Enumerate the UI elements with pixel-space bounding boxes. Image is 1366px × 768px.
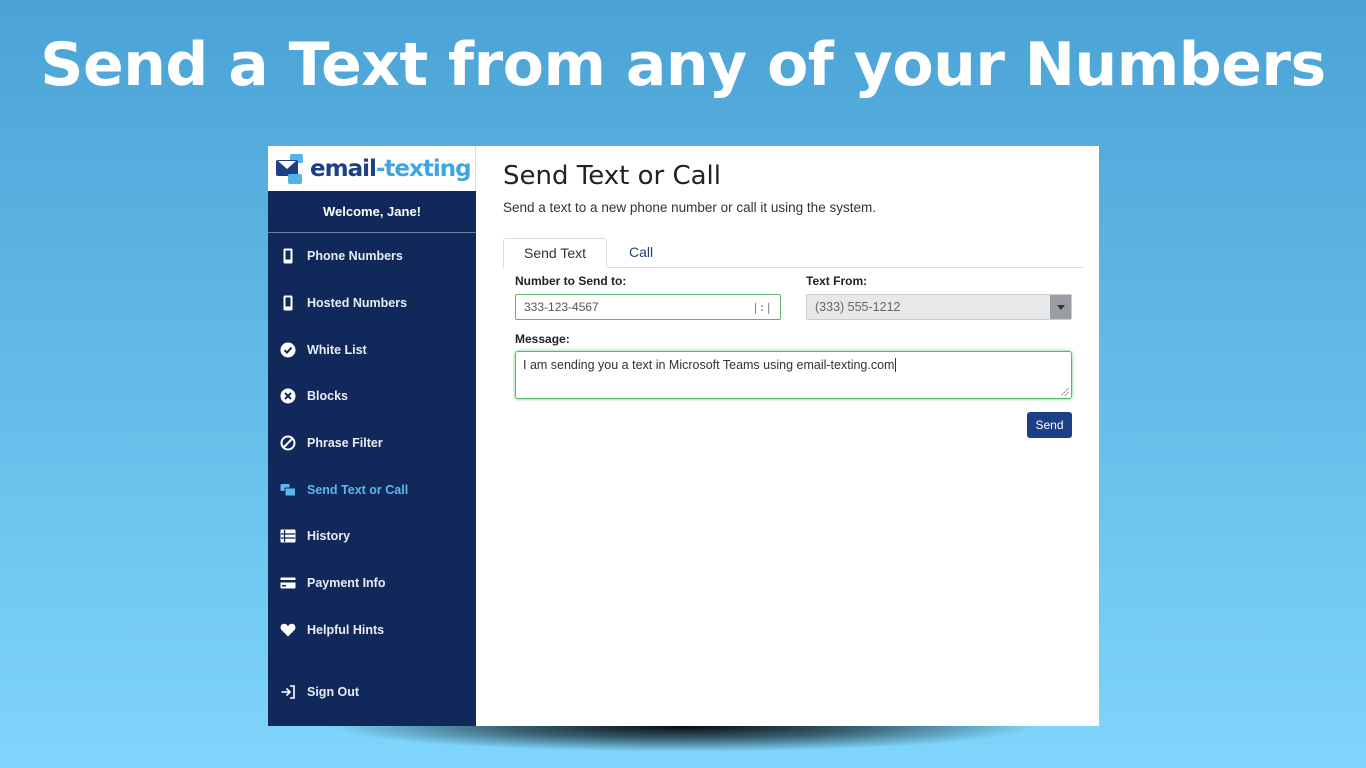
x-circle-icon — [280, 388, 296, 404]
sidebar-item-label: History — [307, 529, 351, 544]
sidebar-item-label: White List — [307, 342, 367, 357]
page-subtitle: Send a text to a new phone number or cal… — [503, 200, 876, 215]
sidebar-item-hosted-numbers[interactable]: Hosted Numbers — [268, 280, 476, 327]
sign-out-button[interactable]: Sign Out — [268, 669, 476, 716]
logo[interactable]: email-texting — [268, 146, 476, 191]
heart-icon — [280, 622, 296, 638]
text-from-select[interactable]: (333) 555-1212 — [806, 294, 1072, 320]
text-from-value: (333) 555-1212 — [815, 300, 901, 314]
message-textarea[interactable]: I am sending you a text in Microsoft Tea… — [515, 351, 1072, 399]
sidebar: email-texting Welcome, Jane! Phone Numbe… — [268, 146, 476, 726]
resize-grip-icon[interactable] — [1061, 388, 1069, 396]
check-circle-icon — [280, 342, 296, 358]
sidebar-item-label: Payment Info — [307, 576, 386, 591]
logo-icon — [276, 153, 306, 184]
sidebar-item-label: Phrase Filter — [307, 436, 383, 451]
main-content: Send Text or Call Send a text to a new p… — [476, 146, 1099, 726]
list-icon — [280, 528, 296, 544]
headline: Send a Text from any of your Numbers — [40, 30, 1326, 100]
sidebar-item-label: Send Text or Call — [307, 482, 409, 497]
ban-icon — [280, 435, 296, 451]
number-to-send-value: 333-123-4567 — [524, 300, 599, 314]
message-value: I am sending you a text in Microsoft Tea… — [523, 358, 895, 372]
send-button[interactable]: Send — [1027, 412, 1072, 438]
sidebar-item-send-text-or-call[interactable]: Send Text or Call — [268, 466, 476, 513]
message-label: Message: — [515, 332, 570, 346]
sidebar-item-history[interactable]: History — [268, 513, 476, 560]
phone-icon — [280, 295, 296, 311]
sign-out-label: Sign Out — [307, 685, 360, 700]
sidebar-item-phone-numbers[interactable]: Phone Numbers — [268, 233, 476, 280]
tab-call[interactable]: Call — [609, 238, 673, 268]
sidebar-item-payment-info[interactable]: Payment Info — [268, 560, 476, 607]
tab-bar: Send Text Call — [503, 238, 1084, 268]
sidebar-item-white-list[interactable]: White List — [268, 326, 476, 373]
sidebar-item-label: Hosted Numbers — [307, 296, 408, 311]
chat-bubbles-icon — [280, 482, 296, 498]
sidebar-item-label: Helpful Hints — [307, 622, 385, 637]
number-to-send-input[interactable]: 333-123-4567 |:| — [515, 294, 781, 320]
tab-send-text[interactable]: Send Text — [503, 238, 608, 268]
text-cursor-icon: |:| — [752, 300, 772, 314]
sidebar-item-label: Blocks — [307, 389, 348, 404]
logo-text: email-texting — [310, 155, 472, 182]
text-from-label: Text From: — [806, 274, 868, 288]
number-to-send-label: Number to Send to: — [515, 274, 627, 288]
sign-out-icon — [280, 684, 296, 700]
sidebar-item-helpful-hints[interactable]: Helpful Hints — [268, 607, 476, 654]
app-window: email-texting Welcome, Jane! Phone Numbe… — [268, 146, 1099, 726]
phone-icon — [280, 248, 296, 264]
sidebar-item-phrase-filter[interactable]: Phrase Filter — [268, 420, 476, 467]
credit-card-icon — [280, 575, 296, 591]
chevron-down-icon[interactable] — [1050, 295, 1071, 319]
sidebar-item-blocks[interactable]: Blocks — [268, 373, 476, 420]
welcome-text: Welcome, Jane! — [268, 191, 476, 233]
page-title: Send Text or Call — [503, 161, 721, 191]
sidebar-item-label: Phone Numbers — [307, 249, 403, 264]
